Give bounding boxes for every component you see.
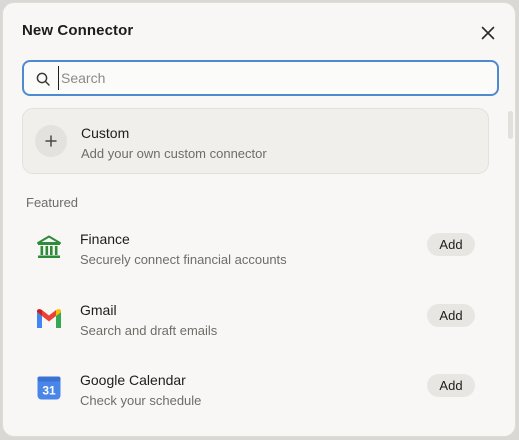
featured-section-label: Featured: [26, 195, 79, 210]
calendar-icon-text: 31: [42, 384, 56, 398]
connector-name: Gmail: [80, 302, 117, 318]
bank-icon: [37, 235, 61, 258]
connector-row-google-calendar: 31 Google Calendar Check your schedule A…: [22, 358, 489, 418]
search-box[interactable]: [22, 60, 499, 96]
search-input[interactable]: [58, 66, 481, 90]
connector-description: Check your schedule: [80, 393, 202, 408]
scrollbar-thumb[interactable]: [508, 111, 513, 139]
add-finance-button[interactable]: Add: [427, 233, 475, 256]
connector-row-gmail: Gmail Search and draft emails Add: [22, 288, 489, 348]
custom-title: Custom: [81, 125, 130, 141]
google-calendar-icon: 31: [37, 376, 61, 400]
close-icon: [481, 26, 495, 40]
custom-subtitle: Add your own custom connector: [81, 146, 267, 161]
connector-description: Search and draft emails: [80, 323, 218, 338]
new-connector-dialog: New Connector Custom Add your own custom…: [2, 2, 516, 437]
custom-connector-card[interactable]: Custom Add your own custom connector: [22, 108, 489, 174]
close-button[interactable]: [477, 22, 499, 44]
connector-row-finance: Finance Securely connect financial accou…: [22, 217, 489, 277]
connector-description: Securely connect financial accounts: [80, 252, 287, 267]
add-google-calendar-button[interactable]: Add: [427, 374, 475, 397]
search-icon: [36, 72, 50, 86]
gmail-icon: [37, 309, 61, 328]
add-gmail-button[interactable]: Add: [427, 304, 475, 327]
connector-name: Finance: [80, 231, 130, 247]
plus-icon: [35, 125, 67, 157]
connector-name: Google Calendar: [80, 372, 186, 388]
dialog-title: New Connector: [22, 22, 134, 39]
